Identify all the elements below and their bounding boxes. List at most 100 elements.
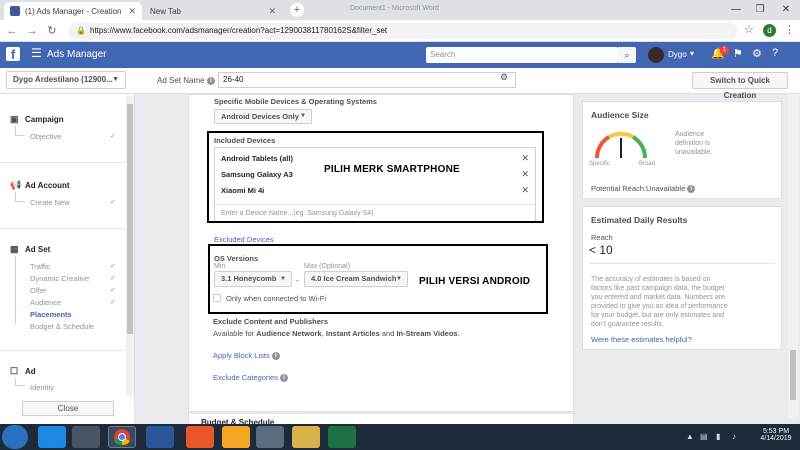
back-arrow-icon[interactable]: ← [4,23,20,39]
sidebar-sub-traffic[interactable]: Traffic [30,262,50,271]
account-selector[interactable]: Dygo Ardestilano (12900... ▼ [6,71,126,89]
divider [0,162,125,163]
check-icon: ✓ [110,133,116,140]
check-icon: ✓ [110,275,116,282]
start-button[interactable] [2,425,28,449]
info-icon[interactable]: i [206,76,215,85]
browser-menu-icon[interactable]: ⋮ [784,23,795,36]
audience-note-line: Audience [675,131,705,138]
sidebar-sub-create-new[interactable]: Create New [30,198,70,207]
available-instant: Instant Articles [325,329,380,338]
help-icon[interactable]: ? [772,47,778,59]
sidebar-sub-offer[interactable]: Offer [30,286,47,295]
check-icon: ✓ [110,299,116,306]
firefox-icon[interactable] [186,426,214,448]
forward-arrow-icon[interactable]: → [24,23,40,39]
adset-name-input[interactable]: 26-40 [218,72,516,88]
check-icon: ✓ [110,287,116,294]
sidebar-sub-dynamic-creative[interactable]: Dynamic Creative [30,274,89,283]
close-tab-icon[interactable]: ✕ [268,6,276,17]
chrome-logo [114,429,130,446]
new-tab-button[interactable]: + [290,3,304,17]
close-window-icon[interactable]: ✕ [774,0,798,20]
audience-note-line: unavailable. [675,149,713,156]
chrome-icon[interactable] [108,426,136,448]
potential-reach-label: Potential Reach: [591,184,647,193]
folder-icon[interactable] [256,426,284,448]
close-button[interactable]: Close [22,401,114,416]
account-name: Dygo Ardestilano (12900... [13,75,113,84]
adset-name-label-text: Ad Set Name [157,76,205,85]
creation-sidebar: ▣ Campaign Objective ✓ 📢 Ad Account Create… [0,94,135,424]
url-field[interactable]: 🔒 https://www.facebook.com/adsmanager/cr… [68,23,738,39]
profile-avatar[interactable]: d [763,24,776,37]
facebook-logo-icon[interactable]: f [6,47,20,62]
battery-icon[interactable]: ▮ [716,432,720,441]
available-separator: , [321,329,324,338]
page-scrollbar-thumb[interactable] [790,350,796,400]
tab-title: (1) Ads Manager - Creation [25,6,122,16]
word-icon[interactable] [146,426,174,448]
sidebar-item-label: Ad Set [25,245,51,254]
chevron-down-icon: ▼ [112,76,119,83]
search-button[interactable]: ⌕ [618,47,636,63]
reload-icon[interactable]: ↻ [44,23,60,39]
info-icon[interactable]: i [687,185,696,194]
maximize-icon[interactable]: ❐ [748,0,772,20]
tree-line [15,256,25,324]
gear-icon[interactable]: ⚙ [500,72,508,83]
clock-date: 4/14/2019 [760,435,792,442]
sidebar-sub-placements[interactable]: Placements [30,310,72,319]
sidebar-item-ad[interactable]: ☐ Ad [10,366,36,377]
audience-gauge-icon [594,131,648,159]
bookmark-star-icon[interactable]: ☆ [744,23,754,36]
info-icon[interactable]: i [271,352,280,361]
search-input[interactable]: Search [426,47,618,63]
sidebar-sub-budget-schedule[interactable]: Budget & Schedule [30,322,94,331]
info-icon[interactable]: i [280,374,289,383]
sublime-icon[interactable] [222,426,250,448]
switch-quick-creation-button[interactable]: Switch to Quick Creation [692,72,788,100]
sidebar-sub-identity[interactable]: Identity [30,383,54,392]
reach-value: < 10 [589,243,613,257]
hamburger-menu-icon[interactable]: ☰ [31,46,42,60]
user-name[interactable]: Dygo [668,50,687,59]
device-type-dropdown[interactable]: Android Devices Only ▼ [214,109,312,124]
tab-ads-manager[interactable]: (1) Ads Manager - Creation ✕ [4,2,142,20]
creation-subheader: Dygo Ardestilano (12900... ▼ Ad Set Name… [0,68,800,100]
close-tab-icon[interactable]: ✕ [128,6,136,17]
gear-icon[interactable]: ⚙ [752,47,762,60]
tray-arrow-icon[interactable]: ▲ [686,432,694,441]
sidebar-item-ad-set[interactable]: ▦ Ad Set [10,244,50,255]
apply-block-lists-link[interactable]: Apply Block Lists i [213,351,280,361]
internet-explorer-icon[interactable] [38,426,66,448]
media-player-icon[interactable] [72,426,100,448]
volume-icon[interactable]: ♪ [732,432,736,441]
estimates-helpful-link[interactable]: Were these estimates helpful? [591,335,692,344]
exclude-categories-link[interactable]: Exclude Categories i [213,373,289,383]
user-avatar[interactable] [648,47,664,63]
check-icon: ✓ [110,263,116,270]
annotation-brand: PILIH MERK SMARTPHONE [324,164,460,175]
sidebar-sub-audience[interactable]: Audience [30,298,61,307]
excluded-devices-link[interactable]: Excluded Devices [214,235,274,244]
exclude-categories-text: Exclude Categories [213,373,279,382]
flag-icon[interactable]: ⚑ [733,47,743,60]
campaign-icon: ▣ [10,114,19,124]
clock[interactable]: 5:53 PM 4/14/2019 [756,428,796,442]
sidebar-item-ad-account[interactable]: 📢 Ad Account [10,180,70,191]
tree-line [15,192,25,202]
sidebar-sub-objective[interactable]: Objective [30,132,61,141]
file-explorer-icon[interactable] [292,426,320,448]
tree-line [15,126,25,136]
estimate-desc-line: provided to give you an idea of performa… [591,303,728,310]
network-icon[interactable]: ▤ [700,432,708,441]
excel-icon[interactable] [328,426,356,448]
sidebar-item-campaign[interactable]: ▣ Campaign [10,114,64,125]
sidebar-scrollbar-thumb[interactable] [127,104,133,334]
minimize-icon[interactable]: — [724,0,748,20]
audience-size-title: Audience Size [591,110,649,120]
chevron-down-icon[interactable]: ▾ [690,49,694,58]
address-toolbar: ← → ↻ 🔒 https://www.facebook.com/adsmana… [0,20,800,42]
tab-new-tab[interactable]: New Tab ✕ [144,2,282,20]
